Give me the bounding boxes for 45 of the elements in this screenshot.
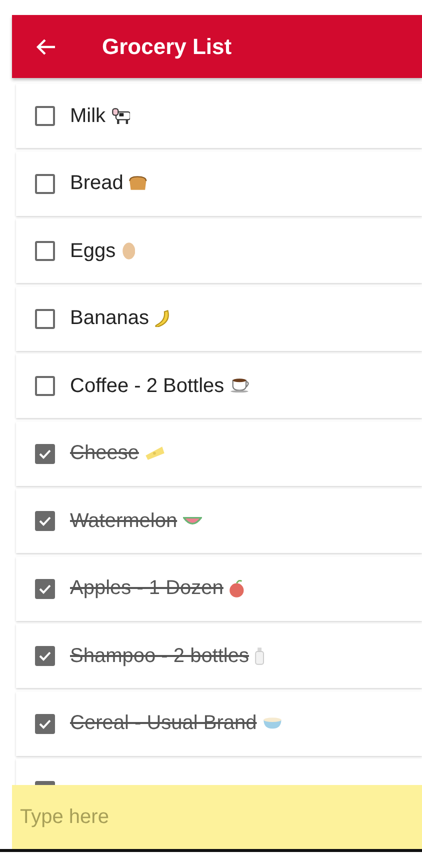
egg-icon: [122, 242, 136, 260]
checkmark-icon: [38, 514, 52, 528]
list-item-card[interactable]: Bananas: [16, 286, 422, 350]
list-item-card[interactable]: Bread: [16, 152, 422, 216]
cheese-icon: [144, 446, 165, 461]
item-label: Eggs: [70, 240, 116, 262]
list-item-card[interactable]: Coffee - 2 Bottles: [16, 354, 422, 418]
app-title: Grocery List: [102, 34, 232, 60]
checkbox[interactable]: [35, 646, 55, 666]
list-item-card[interactable]: Shampoo - 2 bottles: [16, 624, 422, 688]
checkbox[interactable]: [35, 174, 55, 194]
list-item-card[interactable]: Eggs: [16, 219, 422, 283]
checkbox[interactable]: [35, 578, 55, 598]
apple-icon: [229, 580, 245, 598]
item-label: Cheese: [70, 442, 139, 465]
item-label: Apples - 1 Dozen: [70, 577, 224, 600]
item-label: Milk: [70, 104, 106, 128]
list-item-card[interactable]: Apples - 1 Dozen: [16, 556, 422, 620]
checkbox[interactable]: [35, 241, 55, 261]
cow-icon: [112, 108, 130, 124]
checkmark-icon: [38, 649, 52, 663]
bottle-icon: [255, 647, 264, 665]
bowl-icon: [262, 717, 282, 730]
checkbox[interactable]: [35, 106, 55, 126]
checkbox[interactable]: [35, 376, 55, 396]
list-item-card[interactable]: Cheese: [16, 422, 422, 486]
coffee-cup-icon: [230, 378, 250, 394]
item-label: Bananas: [70, 307, 149, 330]
bread-icon: [129, 176, 148, 191]
item-label: Shampoo - 2 bottles: [70, 644, 249, 668]
back-arrow-icon[interactable]: [36, 38, 56, 56]
checkbox[interactable]: [35, 308, 55, 328]
list-item-card[interactable]: Cereal - Usual Brand: [16, 692, 422, 756]
banana-icon: [154, 310, 169, 328]
item-label: Watermelon: [70, 510, 178, 532]
watermelon-icon: [183, 517, 202, 525]
checkbox[interactable]: [35, 714, 55, 734]
list-item-card[interactable]: Milk: [16, 84, 422, 148]
list-item-card[interactable]: Watermelon: [16, 489, 422, 553]
item-label: Bread: [70, 172, 124, 195]
item-label: Cereal - Usual Brand: [70, 712, 257, 735]
checkbox[interactable]: [35, 511, 55, 531]
item-input-field[interactable]: Type here: [12, 785, 422, 849]
checkbox[interactable]: [35, 444, 55, 464]
item-label: Coffee - 2 Bottles: [70, 374, 224, 398]
